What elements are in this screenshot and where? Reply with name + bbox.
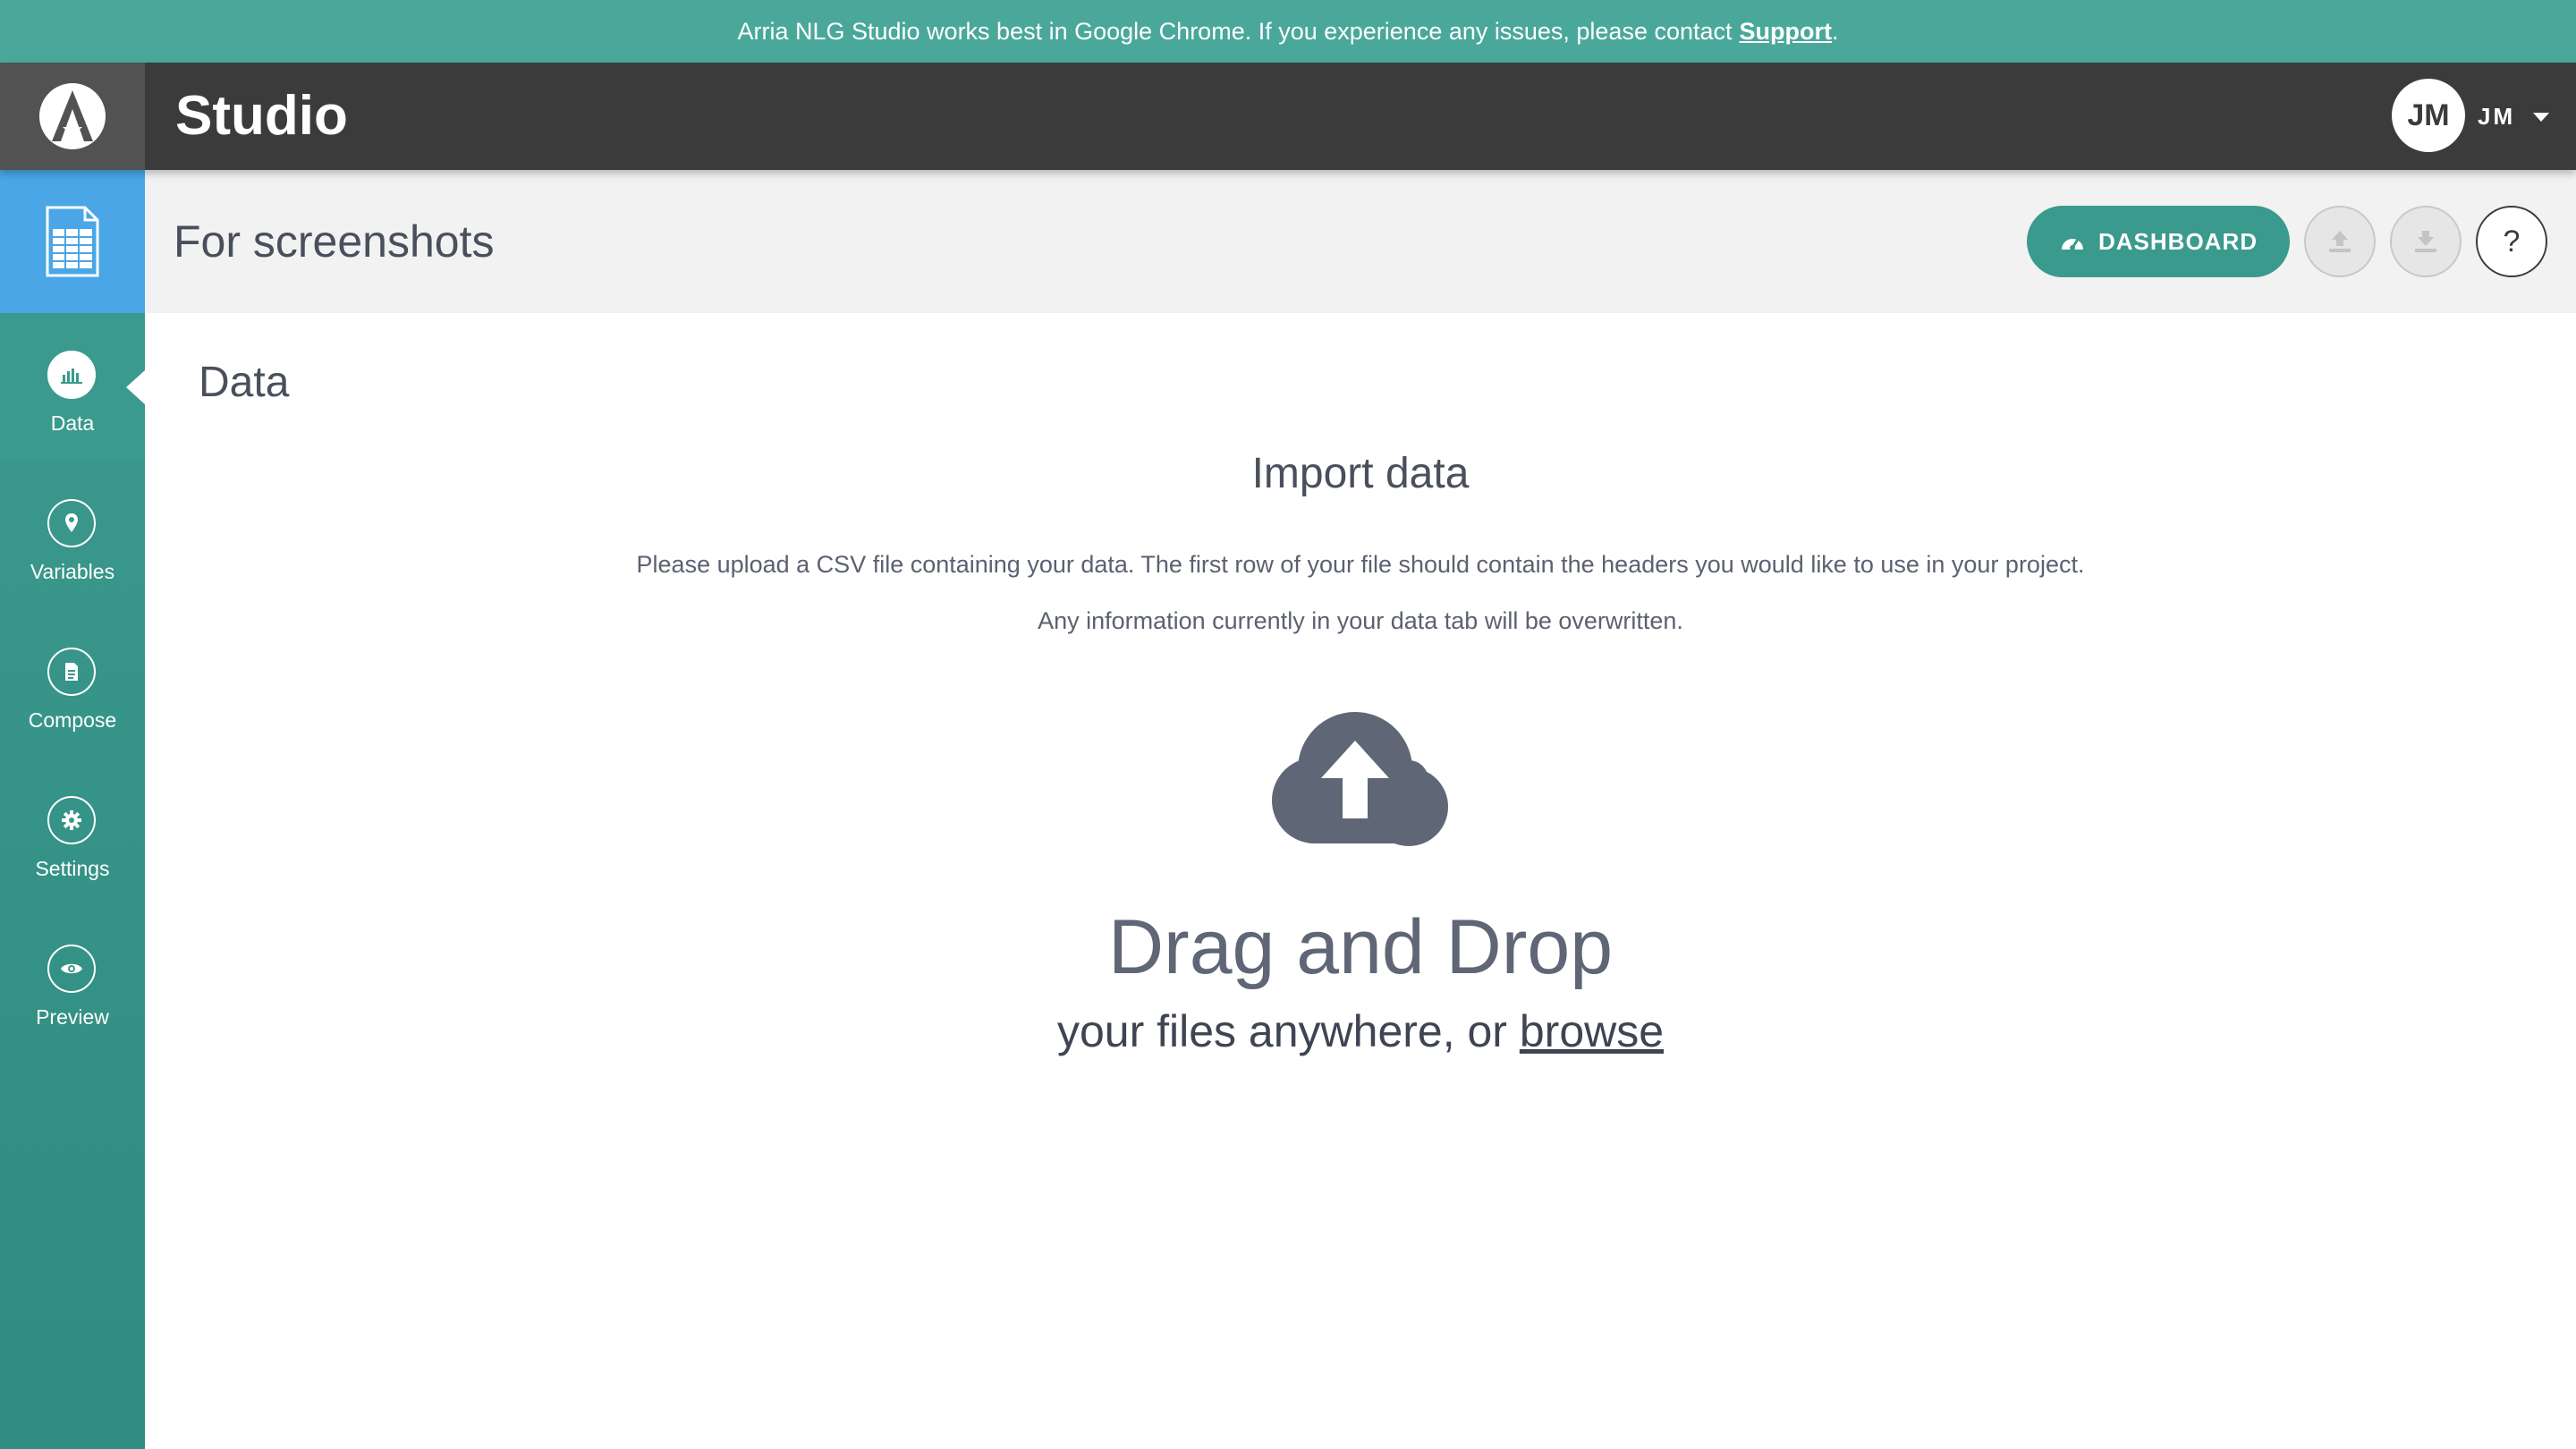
- support-link[interactable]: Support: [1740, 18, 1832, 46]
- gauge-icon: [2062, 237, 2083, 250]
- drag-drop-subtitle: your files anywhere, or browse: [145, 1005, 2576, 1057]
- drag-drop-title: Drag and Drop: [1107, 904, 1614, 990]
- drag-drop-prefix: your files anywhere, or: [1056, 1006, 1520, 1056]
- sidebar-item-variables[interactable]: Variables: [0, 462, 145, 610]
- sidebar-item-label: Variables: [30, 560, 115, 583]
- help-button[interactable]: ?: [2476, 206, 2547, 277]
- project-name: For screenshots: [174, 216, 495, 267]
- sidebar: Data Variables Compose Settings Preview: [0, 170, 145, 1449]
- project-icon-button[interactable]: [0, 170, 145, 313]
- eye-icon: [47, 945, 96, 993]
- download-icon: [2415, 231, 2436, 252]
- cloud-upload-icon[interactable]: [1266, 707, 1453, 850]
- bar-chart-icon: [47, 351, 96, 399]
- browse-link[interactable]: browse: [1520, 1006, 1664, 1056]
- section-title: Data: [199, 359, 290, 406]
- map-pin-icon: [47, 499, 96, 547]
- sidebar-item-label: Settings: [35, 857, 110, 880]
- arria-logo-icon: [39, 83, 106, 149]
- user-menu-initials[interactable]: JM: [2478, 63, 2515, 170]
- download-button[interactable]: [2390, 206, 2462, 277]
- gear-icon: [47, 796, 96, 844]
- sidebar-item-label: Compose: [28, 708, 117, 732]
- user-avatar[interactable]: JM: [2392, 79, 2465, 152]
- active-indicator: [126, 370, 145, 404]
- app-title: Studio: [175, 85, 348, 147]
- chevron-down-icon[interactable]: [2533, 113, 2549, 122]
- sidebar-item-compose[interactable]: Compose: [0, 610, 145, 758]
- upload-button[interactable]: [2304, 206, 2376, 277]
- project-toolbar: For screenshots DASHBOARD ?: [145, 170, 2576, 313]
- sidebar-item-settings[interactable]: Settings: [0, 758, 145, 907]
- banner-trailing: .: [1832, 17, 1839, 45]
- sidebar-item-preview[interactable]: Preview: [0, 907, 145, 1055]
- sidebar-item-label: Data: [50, 411, 95, 435]
- import-warning: Any information currently in your data t…: [1038, 607, 1683, 634]
- logo-home-link[interactable]: [0, 63, 145, 170]
- dashboard-label: DASHBOARD: [2098, 227, 2258, 255]
- spreadsheet-icon: [46, 206, 99, 277]
- document-icon: [47, 648, 96, 696]
- upload-icon: [2329, 231, 2351, 252]
- banner-message: Arria NLG Studio works best in Google Ch…: [737, 17, 1733, 45]
- import-description: Please upload a CSV file containing your…: [636, 551, 2085, 578]
- dashboard-button[interactable]: DASHBOARD: [2027, 206, 2290, 277]
- import-title: Import data: [1251, 450, 1470, 497]
- sidebar-item-label: Preview: [36, 1005, 109, 1029]
- sidebar-item-data[interactable]: Data: [0, 313, 145, 462]
- browser-notice-banner: Arria NLG Studio works best in Google Ch…: [0, 0, 2576, 63]
- app-header: Studio JM JM: [0, 63, 2576, 170]
